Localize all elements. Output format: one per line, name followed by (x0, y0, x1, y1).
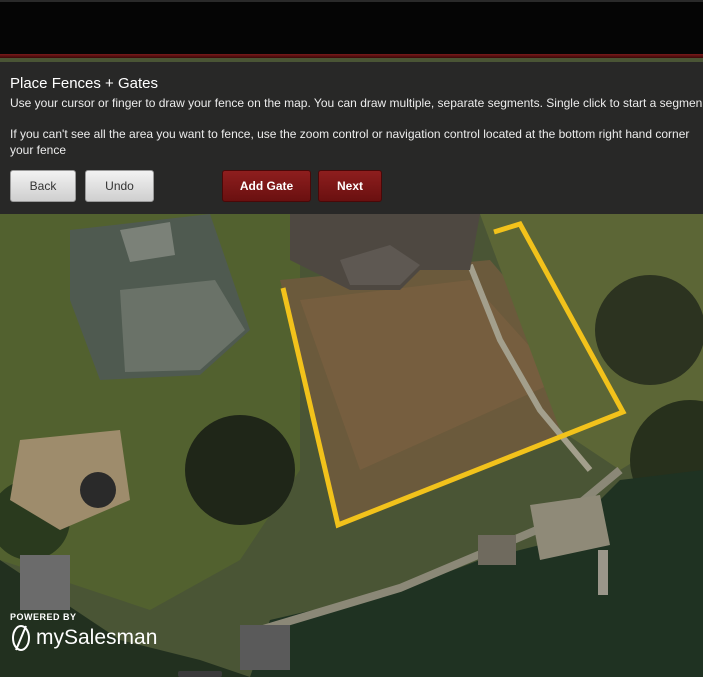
horizontal-scrollbar[interactable] (178, 671, 222, 677)
dock-pier (598, 550, 608, 595)
brand-logo-icon (12, 625, 30, 651)
boathouse-left (20, 555, 70, 610)
trampoline (80, 472, 116, 508)
powered-by-label: POWERED BY (10, 612, 77, 622)
branding: POWERED BY mySalesman (10, 612, 157, 652)
top-edge (0, 0, 703, 2)
next-button[interactable]: Next (318, 170, 382, 202)
instruction-panel: Place Fences + Gates Use your cursor or … (0, 62, 703, 214)
undo-button[interactable]: Undo (85, 170, 154, 202)
panel-title: Place Fences + Gates (10, 75, 158, 92)
tree-center (185, 415, 295, 525)
brand-row: mySalesman (10, 624, 157, 652)
boathouse-right (240, 625, 290, 670)
tree-right (595, 275, 703, 385)
instructions-line-1: Use your cursor or finger to draw your f… (10, 96, 703, 110)
top-bar (0, 0, 703, 58)
back-button[interactable]: Back (10, 170, 76, 202)
instructions-line-3: your fence (10, 143, 67, 157)
dock (478, 535, 516, 565)
brand-name: mySalesman (36, 626, 158, 649)
add-gate-button[interactable]: Add Gate (222, 170, 311, 202)
instructions-line-2: If you can't see all the area you want t… (10, 127, 690, 141)
